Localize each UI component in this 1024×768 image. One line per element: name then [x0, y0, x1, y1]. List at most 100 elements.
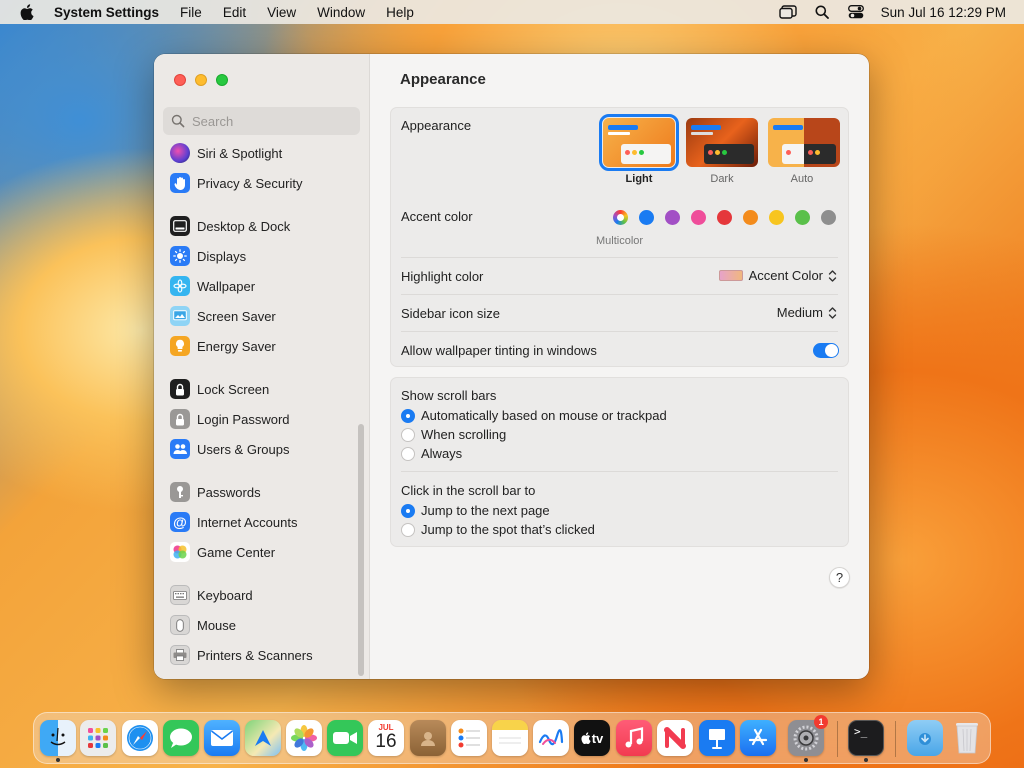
accent-pink-swatch[interactable] — [691, 210, 706, 225]
accent-yellow-swatch[interactable] — [769, 210, 784, 225]
terminal-icon[interactable]: >_ — [848, 720, 884, 756]
accent-purple-swatch[interactable] — [665, 210, 680, 225]
appearance-light-label[interactable]: Light — [599, 173, 679, 185]
appearance-light-thumb[interactable] — [599, 114, 679, 171]
radio-label: Jump to the next page — [421, 503, 550, 518]
appearance-label: Appearance — [401, 118, 472, 133]
search-input[interactable] — [192, 113, 352, 129]
radio-label: Always — [421, 446, 463, 461]
accent-green-swatch[interactable] — [795, 210, 810, 225]
sidebar-search[interactable] — [163, 107, 360, 135]
radio-scroll-always[interactable]: Always — [401, 446, 462, 461]
radio-jump-to-spot[interactable]: Jump to the spot that’s clicked — [401, 522, 595, 537]
music-icon[interactable] — [616, 720, 652, 756]
sidebar-item-printers-scanners[interactable]: Printers & Scanners — [168, 642, 356, 668]
minimize-button[interactable] — [195, 74, 207, 86]
sidebar-icon-size-popup[interactable]: Medium — [777, 305, 837, 320]
help-button[interactable]: ? — [829, 567, 850, 588]
trash-icon[interactable] — [949, 720, 985, 756]
sidebar-item-login-password[interactable]: Login Password — [168, 406, 356, 432]
sidebar-item-label: Users & Groups — [197, 441, 290, 457]
radio-jump-next-page[interactable]: Jump to the next page — [401, 503, 550, 518]
close-button[interactable] — [174, 74, 186, 86]
safari-icon[interactable] — [122, 720, 158, 756]
downloads-icon[interactable] — [907, 720, 943, 756]
finder-icon[interactable] — [40, 720, 76, 756]
menu-app-name[interactable]: System Settings — [54, 5, 159, 20]
facetime-icon[interactable] — [327, 720, 363, 756]
sidebar-item-label: Keyboard — [197, 587, 253, 603]
sidebar-item-energy-saver[interactable]: Energy Saver — [168, 333, 356, 359]
contacts-icon[interactable] — [410, 720, 446, 756]
sidebar-item-users-groups[interactable]: Users & Groups — [168, 436, 356, 462]
appearance-dark-thumb[interactable] — [686, 118, 758, 167]
running-indicator — [864, 758, 868, 762]
appearance-auto-label[interactable]: Auto — [762, 173, 842, 185]
news-icon[interactable] — [657, 720, 693, 756]
wallpaper-tinting-toggle[interactable] — [813, 343, 839, 358]
menu-help[interactable]: Help — [386, 5, 414, 20]
sidebar-scrollbar[interactable] — [358, 424, 364, 676]
sidebar-item-screen-saver[interactable]: Screen Saver — [168, 303, 356, 329]
sidebar-item-keyboard[interactable]: Keyboard — [168, 582, 356, 608]
accent-graphite-swatch[interactable] — [821, 210, 836, 225]
reminders-icon[interactable] — [451, 720, 487, 756]
app-store-icon[interactable] — [740, 720, 776, 756]
menu-window[interactable]: Window — [317, 5, 365, 20]
stage-manager-icon[interactable] — [778, 4, 797, 20]
control-center-icon[interactable] — [847, 4, 865, 20]
sidebar-item-siri-spotlight[interactable]: Siri & Spotlight — [168, 140, 356, 166]
menu-file[interactable]: File — [180, 5, 202, 20]
divider — [401, 331, 838, 332]
accent-multicolor-swatch[interactable] — [613, 210, 628, 225]
keynote-icon[interactable] — [699, 720, 735, 756]
radio-button[interactable] — [401, 522, 415, 537]
dock: JUL 16 tv 1 >_ — [33, 712, 991, 764]
radio-button[interactable] — [401, 503, 415, 518]
accent-blue-swatch[interactable] — [639, 210, 654, 225]
zoom-button[interactable] — [216, 74, 228, 86]
sidebar-item-mouse[interactable]: Mouse — [168, 612, 356, 638]
sidebar-item-label: Game Center — [197, 544, 276, 560]
menu-edit[interactable]: Edit — [223, 5, 246, 20]
mail-icon[interactable] — [204, 720, 240, 756]
messages-icon[interactable] — [163, 720, 199, 756]
launchpad-icon[interactable] — [80, 720, 116, 756]
sidebar-item-passwords[interactable]: Passwords — [168, 479, 356, 505]
freeform-icon[interactable] — [533, 720, 569, 756]
sidebar-item-internet-accounts[interactable]: @ Internet Accounts — [168, 509, 356, 535]
sidebar-item-privacy-security[interactable]: Privacy & Security — [168, 170, 356, 196]
spotlight-search-icon[interactable] — [813, 4, 831, 20]
accent-red-swatch[interactable] — [717, 210, 732, 225]
sidebar-item-desktop-dock[interactable]: Desktop & Dock — [168, 213, 356, 239]
appearance-dark-label[interactable]: Dark — [682, 173, 762, 185]
sidebar-item-lock-screen[interactable]: Lock Screen — [168, 376, 356, 402]
sidebar-item-label: Energy Saver — [197, 338, 276, 354]
apple-icon[interactable] — [20, 4, 34, 20]
menu-clock[interactable]: Sun Jul 16 12:29 PM — [881, 5, 1006, 20]
lock-icon — [170, 379, 190, 399]
calendar-icon[interactable]: JUL 16 — [368, 720, 404, 756]
click-scroll-bar-label: Click in the scroll bar to — [401, 483, 536, 498]
maps-icon[interactable] — [245, 720, 281, 756]
accent-orange-swatch[interactable] — [743, 210, 758, 225]
tv-icon[interactable]: tv — [574, 720, 610, 756]
scroll-bars-panel: Show scroll bars Automatically based on … — [390, 377, 849, 547]
menu-view[interactable]: View — [267, 5, 296, 20]
sidebar-item-wallpaper[interactable]: Wallpaper — [168, 273, 356, 299]
notes-icon[interactable] — [492, 720, 528, 756]
hand-icon — [170, 173, 190, 193]
radio-button[interactable] — [401, 427, 415, 442]
settings-window: Siri & Spotlight Privacy & Security Desk… — [154, 54, 869, 679]
photos-icon[interactable] — [286, 720, 322, 756]
appearance-auto-thumb[interactable] — [768, 118, 840, 167]
radio-scroll-when-scrolling[interactable]: When scrolling — [401, 427, 506, 442]
highlight-color-value: Accent Color — [748, 268, 823, 283]
sidebar-item-game-center[interactable]: Game Center — [168, 539, 356, 565]
siri-icon — [170, 143, 190, 163]
radio-button[interactable] — [401, 446, 415, 461]
radio-button[interactable] — [401, 408, 415, 423]
sidebar-item-displays[interactable]: Displays — [168, 243, 356, 269]
highlight-color-popup[interactable]: Accent Color — [718, 268, 837, 283]
radio-scroll-automatic[interactable]: Automatically based on mouse or trackpad — [401, 408, 667, 423]
